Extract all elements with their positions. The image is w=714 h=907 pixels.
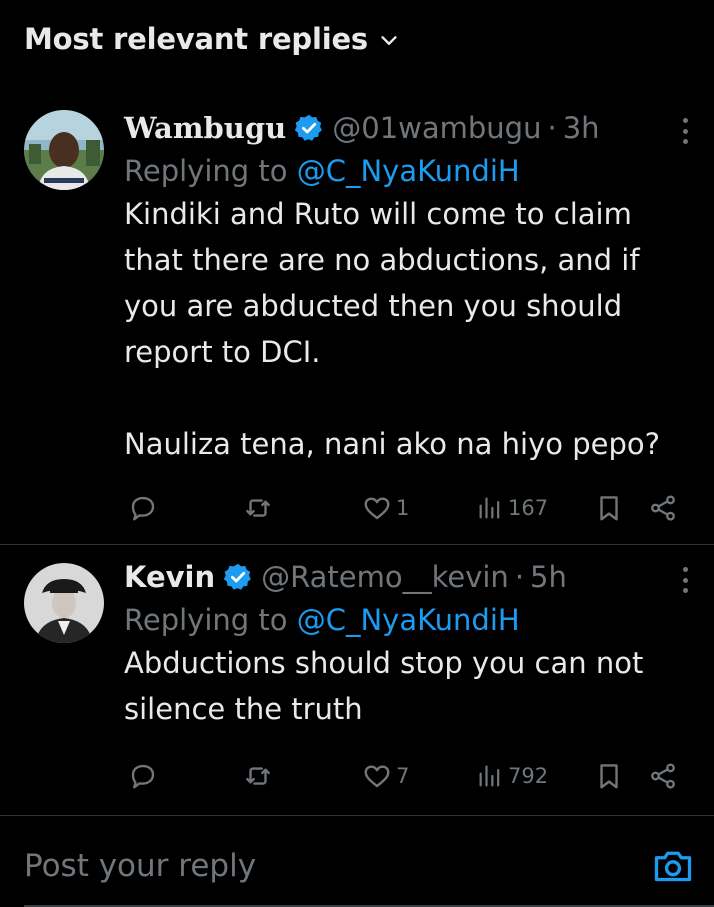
- repost-icon: [246, 767, 270, 785]
- reply-composer[interactable]: Post your reply: [0, 815, 714, 907]
- view-count: 792: [508, 764, 549, 788]
- replying-to-mention[interactable]: @C_NyaKundiH: [297, 154, 520, 188]
- post-text-line: Kindiki and Ruto will come to claim: [124, 197, 632, 231]
- post-actions: 7 792: [124, 756, 684, 796]
- author-name[interactable]: Kevin: [124, 560, 215, 594]
- reply-icon: [131, 764, 155, 789]
- like-count: 1: [396, 496, 410, 520]
- bookmark-icon: [600, 764, 618, 789]
- heart-icon: [364, 497, 390, 520]
- reply-button[interactable]: [128, 488, 158, 528]
- sort-replies-dropdown[interactable]: Most relevant replies: [24, 22, 400, 56]
- like-button[interactable]: 1: [362, 488, 409, 528]
- camera-icon[interactable]: [652, 848, 694, 884]
- post-text-line: silence the truth: [124, 692, 363, 726]
- share-icon: [651, 495, 675, 521]
- post-actions: 1 167: [124, 488, 684, 528]
- replying-prefix: Replying to: [124, 154, 297, 188]
- author-handle[interactable]: @01wambugu: [332, 111, 541, 145]
- share-button[interactable]: [648, 488, 678, 528]
- sort-label: Most relevant replies: [24, 22, 368, 56]
- like-button[interactable]: 7: [362, 756, 409, 796]
- reply-input[interactable]: Post your reply: [24, 848, 256, 884]
- analytics-icon: [479, 765, 500, 787]
- post-time[interactable]: 3h: [563, 111, 600, 145]
- share-button[interactable]: [648, 756, 678, 796]
- post-text-line: Abductions should stop you can not: [124, 646, 644, 680]
- views-button[interactable]: 792: [476, 756, 548, 796]
- avatar[interactable]: [24, 110, 104, 190]
- more-options-icon[interactable]: [672, 565, 698, 595]
- author-handle[interactable]: @Ratemo__kevin: [261, 560, 509, 594]
- post-time[interactable]: 5h: [530, 560, 567, 594]
- replying-to-line: Replying to @C_NyaKundiH: [124, 603, 694, 637]
- divider: [0, 544, 714, 545]
- separator-dot: ·: [514, 560, 525, 594]
- chevron-down-icon: [381, 36, 397, 45]
- post-text: Abductions should stop you can not silen…: [124, 640, 694, 732]
- verified-badge-icon: [224, 563, 251, 590]
- post-text-line: you are abducted then you should: [124, 289, 623, 323]
- post-text-line: Nauliza tena, nani ako na hiyo pepo?: [124, 427, 660, 461]
- share-icon: [651, 763, 675, 789]
- post-text: Kindiki and Ruto will come to claim that…: [124, 191, 694, 467]
- analytics-icon: [479, 497, 500, 519]
- like-count: 7: [396, 764, 410, 788]
- replying-to-line: Replying to @C_NyaKundiH: [124, 154, 694, 188]
- separator-dot: ·: [547, 111, 557, 145]
- view-count: 167: [508, 496, 549, 520]
- more-options-icon[interactable]: [672, 116, 698, 146]
- bookmark-button[interactable]: [594, 488, 624, 528]
- verified-badge-icon: [295, 114, 323, 141]
- views-button[interactable]: 167: [476, 488, 548, 528]
- reply-icon: [131, 496, 155, 521]
- post-header: Kevin @Ratemo__kevin · 5h: [124, 557, 694, 597]
- avatar[interactable]: [24, 563, 104, 643]
- bookmark-button[interactable]: [594, 756, 624, 796]
- heart-icon: [364, 765, 390, 788]
- post-header: Wambugu @01wambugu · 3h: [124, 108, 694, 148]
- replying-prefix: Replying to: [124, 603, 297, 637]
- post-text-line: that there are no abductions, and if: [124, 243, 640, 277]
- replying-to-mention[interactable]: @C_NyaKundiH: [297, 603, 520, 637]
- post-text-line: report to DCI.: [124, 335, 321, 369]
- author-name[interactable]: Wambugu: [124, 111, 286, 145]
- bookmark-icon: [600, 496, 618, 521]
- reply-button[interactable]: [128, 756, 158, 796]
- repost-button[interactable]: [242, 756, 274, 796]
- repost-button[interactable]: [242, 488, 274, 528]
- repost-icon: [246, 499, 270, 517]
